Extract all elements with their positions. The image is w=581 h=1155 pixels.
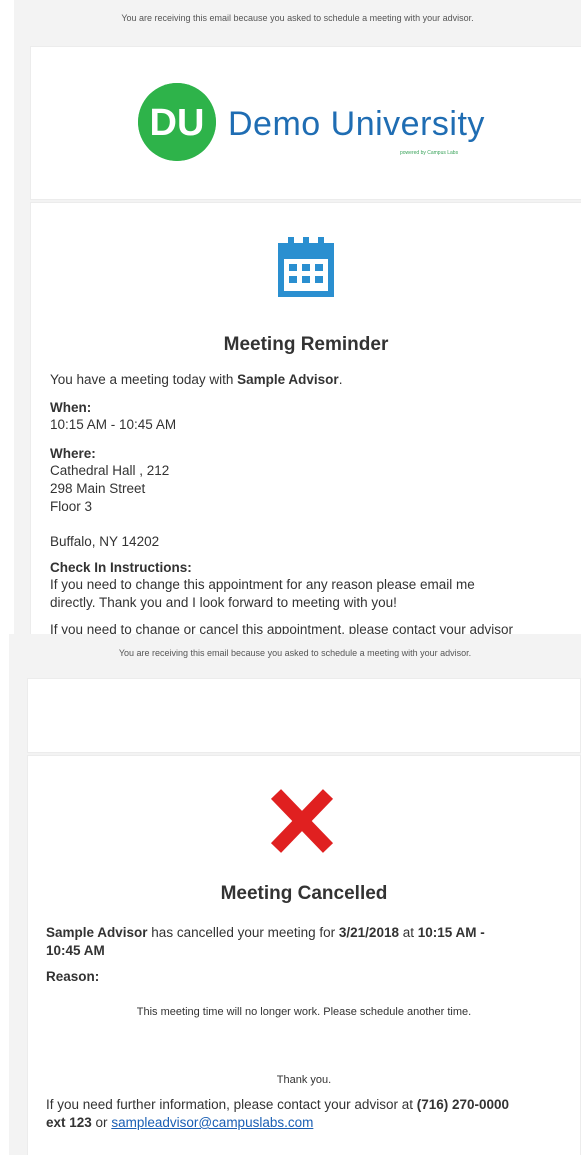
reminder-body: Meeting Reminder You have a meeting toda… bbox=[31, 203, 581, 692]
cancellation-body: Meeting Cancelled Sample Advisor has can… bbox=[28, 756, 580, 1155]
cancellation-notice: You are receiving this email because you… bbox=[118, 648, 472, 658]
calendar-icon bbox=[278, 237, 334, 297]
cancellation-header bbox=[28, 679, 580, 752]
advisor-email-link[interactable]: sampleadvisor@campuslabs.com bbox=[111, 1115, 313, 1130]
svg-text:DU: DU bbox=[150, 102, 205, 144]
contact-line1: If you need further information, please … bbox=[46, 1097, 510, 1112]
du-logo-mark-icon: DU bbox=[138, 83, 216, 161]
checkin-label: Check In Instructions: bbox=[50, 560, 192, 575]
reason-label: Reason: bbox=[46, 969, 100, 984]
cancel-message-line1: Sample Advisor has cancelled your meetin… bbox=[46, 925, 485, 940]
reminder-email: You are receiving this email because you… bbox=[14, 0, 581, 692]
advisor-phone: (716) 270-0000 bbox=[416, 1097, 510, 1112]
reminder-intro: You have a meeting today with Sample Adv… bbox=[50, 372, 343, 387]
city-line: Buffalo, NY 14202 bbox=[50, 534, 160, 549]
where-line: Cathedral Hall , 212 bbox=[50, 463, 170, 478]
university-logo[interactable]: DU Demo University powered by Campus Lab… bbox=[138, 83, 518, 163]
reminder-header: DU Demo University powered by Campus Lab… bbox=[31, 47, 581, 199]
when-label: When: bbox=[50, 400, 92, 415]
cancellation-email: You are receiving this email because you… bbox=[9, 634, 581, 1155]
cancellation-title: Meeting Cancelled bbox=[220, 883, 388, 904]
where-line: 298 Main Street bbox=[50, 481, 146, 496]
where-label: Where: bbox=[50, 446, 96, 461]
cancel-message-line2: 10:45 AM bbox=[46, 943, 105, 958]
reason-text: This meeting time will no longer work. P… bbox=[136, 1006, 472, 1018]
advisor-ext: ext 123 bbox=[46, 1115, 92, 1130]
university-name: Demo University bbox=[228, 105, 485, 143]
meeting-date: 3/21/2018 bbox=[338, 925, 399, 940]
advisor-name: Sample Advisor bbox=[237, 372, 339, 387]
x-icon bbox=[270, 789, 334, 853]
reminder-notice: You are receiving this email because you… bbox=[121, 13, 474, 23]
reminder-title: Meeting Reminder bbox=[223, 334, 389, 355]
advisor-name: Sample Advisor bbox=[46, 925, 148, 940]
where-line: Floor 3 bbox=[50, 499, 93, 514]
thanks-text: Thank you. bbox=[276, 1074, 332, 1086]
checkin-line: directly. Thank you and I look forward t… bbox=[50, 595, 397, 610]
contact-line2: ext 123 or sampleadvisor@campuslabs.com bbox=[46, 1115, 314, 1130]
checkin-line: If you need to change this appointment f… bbox=[50, 577, 475, 592]
when-value: 10:15 AM - 10:45 AM bbox=[50, 417, 177, 432]
powered-by-label: powered by Campus Labs bbox=[400, 150, 459, 156]
meeting-time: 10:15 AM - bbox=[417, 925, 485, 940]
